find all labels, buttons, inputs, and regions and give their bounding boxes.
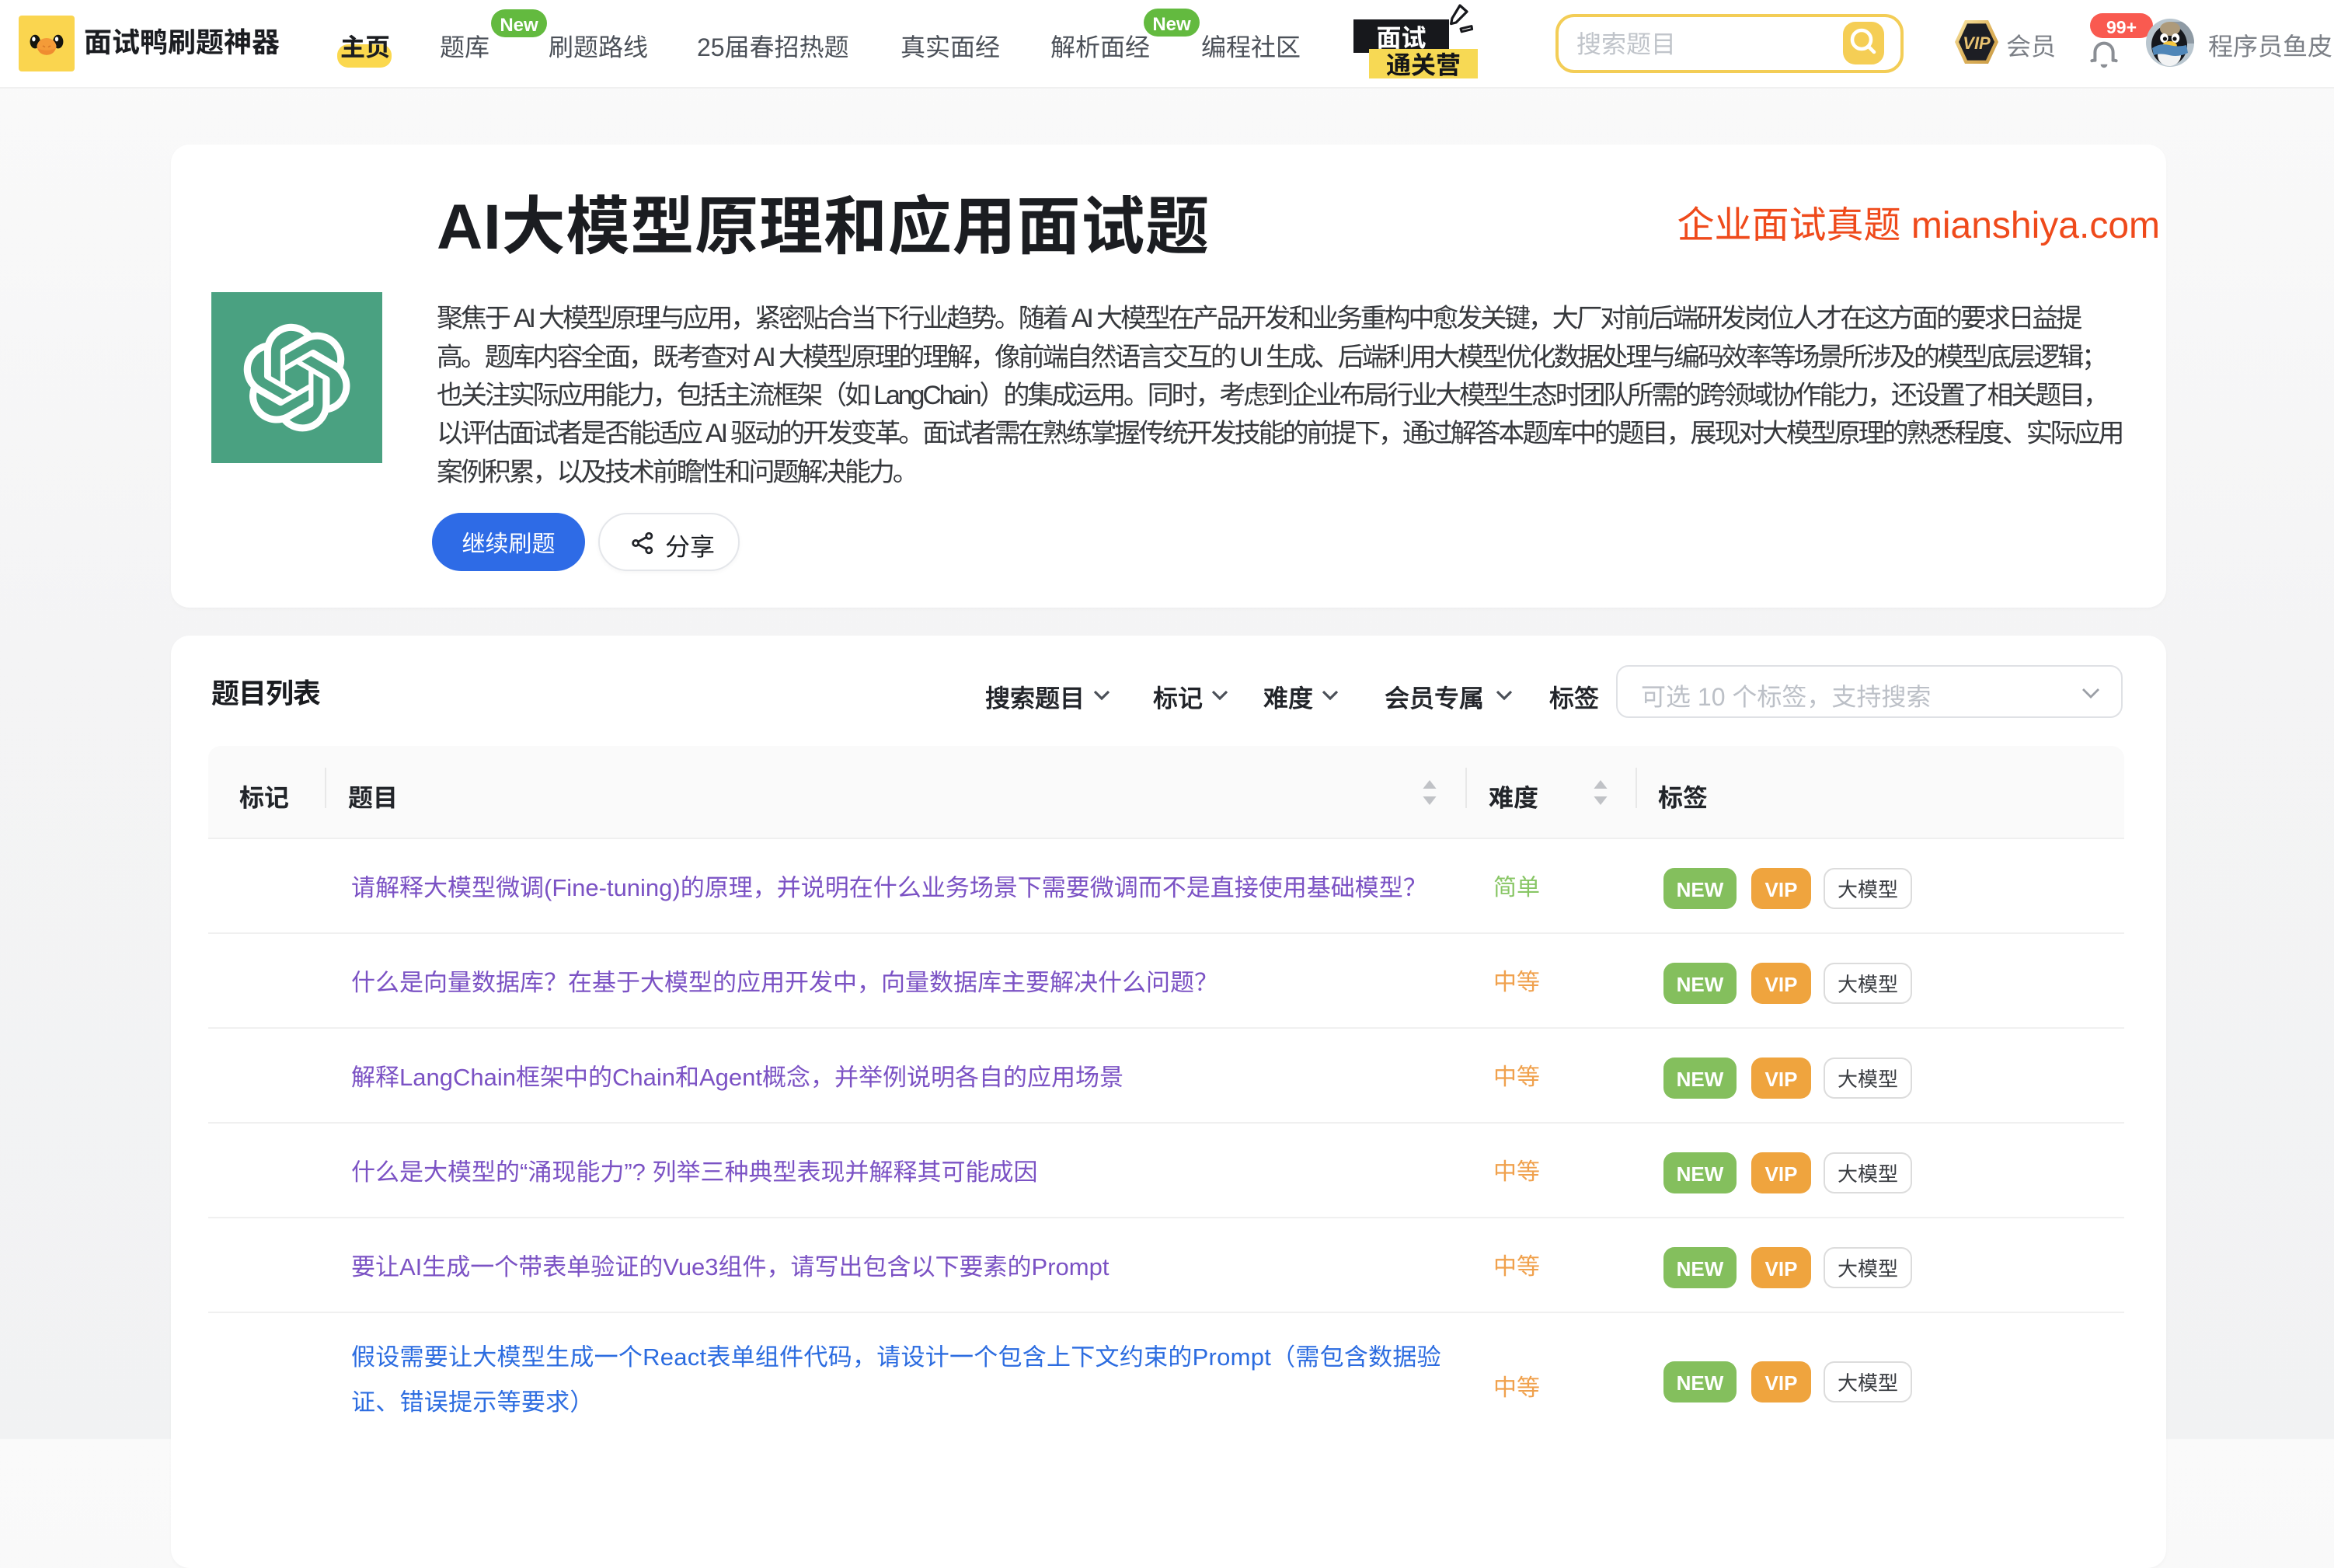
svg-text:VIP: VIP bbox=[1963, 33, 1991, 53]
